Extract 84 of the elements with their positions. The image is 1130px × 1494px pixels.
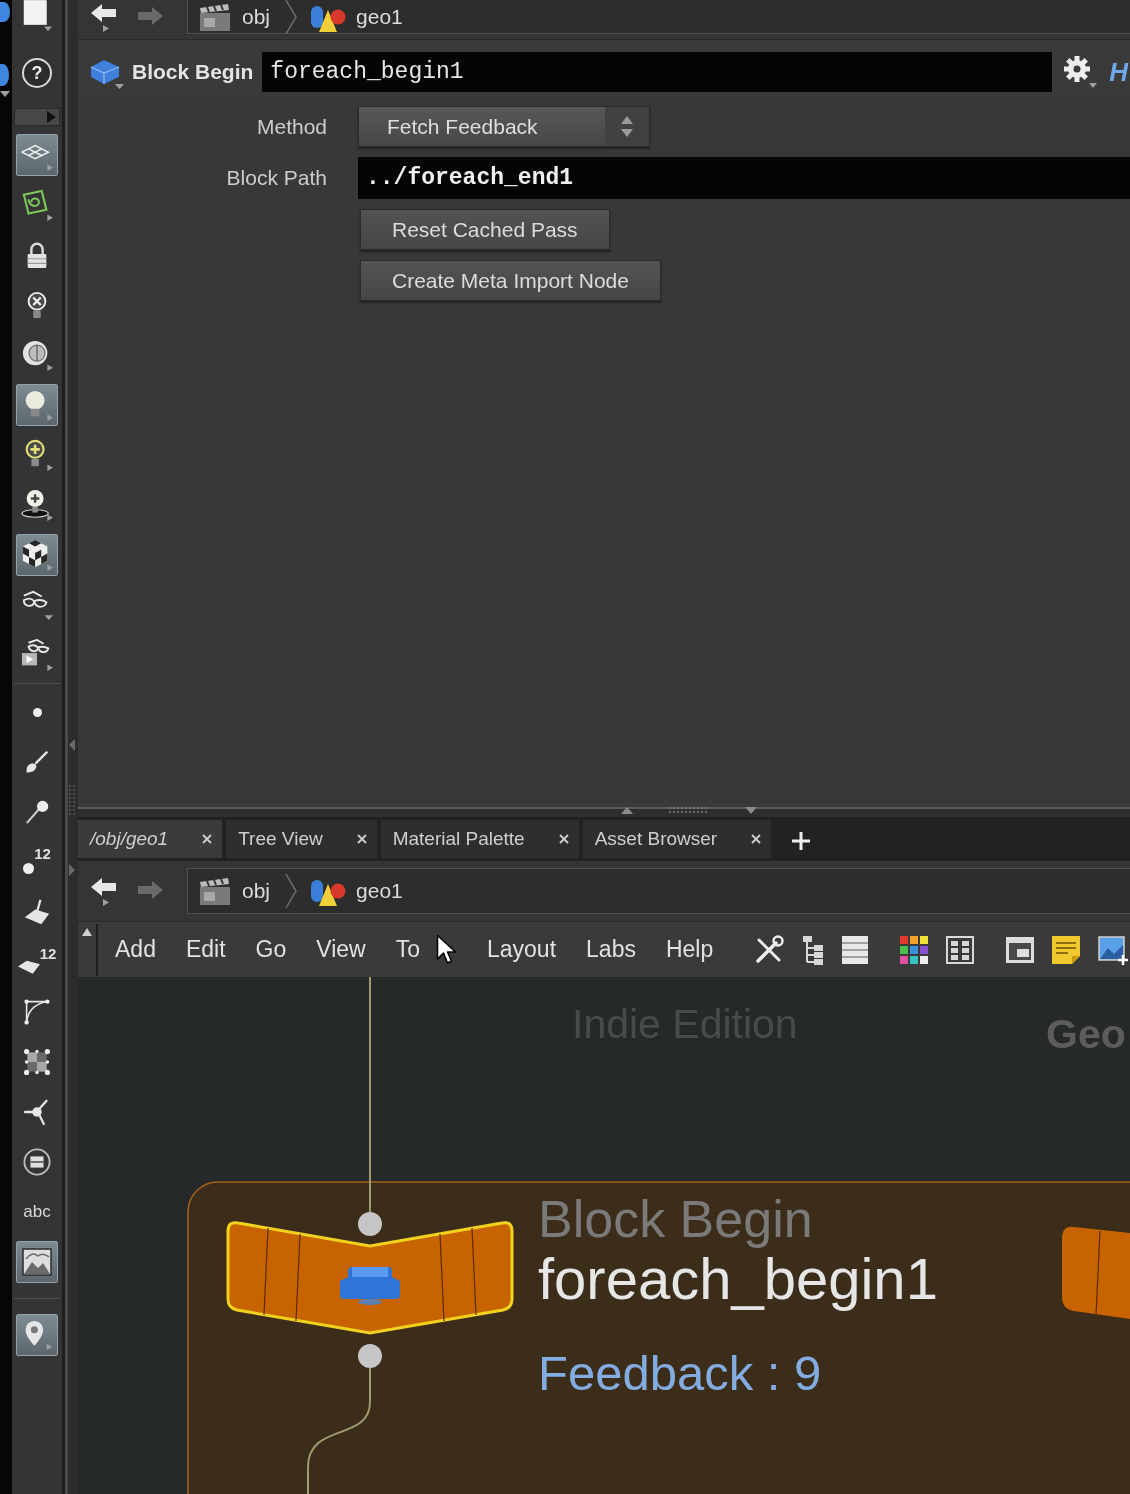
glasses-icon (21, 589, 53, 621)
menu-item[interactable]: To (395, 936, 420, 963)
close-icon[interactable] (751, 834, 762, 844)
node-shape[interactable] (226, 1221, 514, 1335)
dropper-icon (25, 800, 49, 824)
chevron-separator-icon (285, 0, 298, 34)
checker-cube-icon (21, 539, 53, 571)
dropdown[interactable]: Fetch Feedback (358, 106, 650, 147)
collapse-up-icon[interactable] (621, 806, 633, 814)
triangle-right-icon (47, 111, 56, 123)
pane-tab[interactable]: Asset Browser (582, 820, 772, 858)
tool-button[interactable] (16, 534, 58, 576)
node-name-field[interactable]: foreach_begin1 (262, 52, 1053, 92)
grid-square-icon (24, 1049, 50, 1075)
pane-tab[interactable]: Material Palette (380, 820, 579, 858)
swirl-square-icon (21, 189, 53, 221)
circle-icon (23, 1148, 51, 1176)
image-add-icon[interactable] (1098, 934, 1128, 965)
path-crumb[interactable]: obj (198, 877, 271, 905)
close-icon[interactable] (202, 834, 213, 844)
note-icon[interactable] (1052, 935, 1080, 964)
path-crumb[interactable]: obj (198, 2, 271, 31)
help-button[interactable]: ? (22, 58, 52, 88)
collapse-up-icon[interactable] (82, 928, 92, 936)
glasses-icon (21, 639, 53, 671)
image-icon (22, 1247, 52, 1277)
grip-icon[interactable] (69, 785, 75, 815)
input-dot-icon[interactable] (358, 1212, 382, 1236)
add-icon[interactable] (791, 830, 812, 851)
expand-down-icon[interactable] (745, 806, 757, 814)
node-icon (340, 1267, 400, 1305)
close-icon[interactable] (356, 834, 367, 844)
path-crumb[interactable]: geo1 (310, 876, 403, 906)
menu-item[interactable]: Help (665, 936, 714, 963)
pane-tab[interactable]: Tree View (226, 820, 377, 858)
parameter-label: Block Path (225, 166, 328, 190)
clapperboard-icon (198, 877, 232, 905)
help-button[interactable]: H (1109, 59, 1129, 85)
menu-item[interactable]: Labs (586, 936, 636, 963)
color-grid-icon[interactable] (900, 935, 928, 964)
tool-button[interactable]: abc (16, 1191, 58, 1233)
tool-button[interactable] (16, 1241, 58, 1283)
output-dot-icon[interactable] (358, 1344, 382, 1368)
shelf-scroll-bar[interactable] (14, 108, 60, 126)
action-button[interactable]: Reset Cached Pass (360, 209, 610, 250)
menu-item[interactable]: Layout (487, 936, 557, 963)
collapse-left-icon[interactable] (69, 739, 75, 751)
up-down-arrows-icon (605, 107, 649, 146)
node-info-label: Feedback : 9 (538, 1349, 822, 1398)
chevron-separator-icon (285, 874, 298, 908)
cut-off-icon (0, 2, 10, 22)
menu-item[interactable]: Go (255, 936, 287, 963)
node-type-label: Block Begin (132, 60, 254, 84)
close-icon[interactable] (558, 834, 569, 844)
settings-icon[interactable] (1063, 55, 1098, 89)
wedge-icon (17, 959, 40, 974)
text-field[interactable]: ../foreach_end1 (358, 157, 1130, 199)
menu-item[interactable]: View (316, 936, 366, 963)
dot-icon (32, 707, 42, 717)
tool-button[interactable]: 12 (16, 841, 58, 883)
menu-item[interactable]: Edit (185, 936, 226, 963)
curve-icon (24, 999, 50, 1025)
cut-off-icon (0, 64, 12, 98)
expand-right-icon[interactable] (69, 864, 75, 876)
dot-icon (23, 863, 35, 874)
light-bulb-icon (21, 489, 53, 521)
wedge-icon (24, 899, 50, 925)
grid-icon[interactable] (946, 935, 974, 964)
parameter-label: Method (255, 114, 328, 139)
action-button[interactable]: Create Meta Import Node (360, 260, 661, 301)
brush-icon (25, 750, 49, 774)
tools-icon[interactable] (754, 934, 784, 965)
grip-icon[interactable] (669, 807, 709, 813)
window-icon[interactable] (1006, 936, 1034, 963)
sphere-icon (21, 339, 53, 371)
mouse-pointer-icon (436, 934, 457, 965)
joint-icon (24, 1099, 50, 1125)
square-icon[interactable] (22, 0, 52, 32)
menu-item[interactable]: Add (115, 936, 156, 963)
tool-button[interactable]: 12 (16, 941, 58, 983)
list-icon[interactable] (842, 934, 868, 965)
path-crumb[interactable]: geo1 (310, 1, 403, 32)
pane-tab[interactable]: /obj/geo1 (78, 820, 223, 858)
tree-icon[interactable] (802, 934, 824, 965)
